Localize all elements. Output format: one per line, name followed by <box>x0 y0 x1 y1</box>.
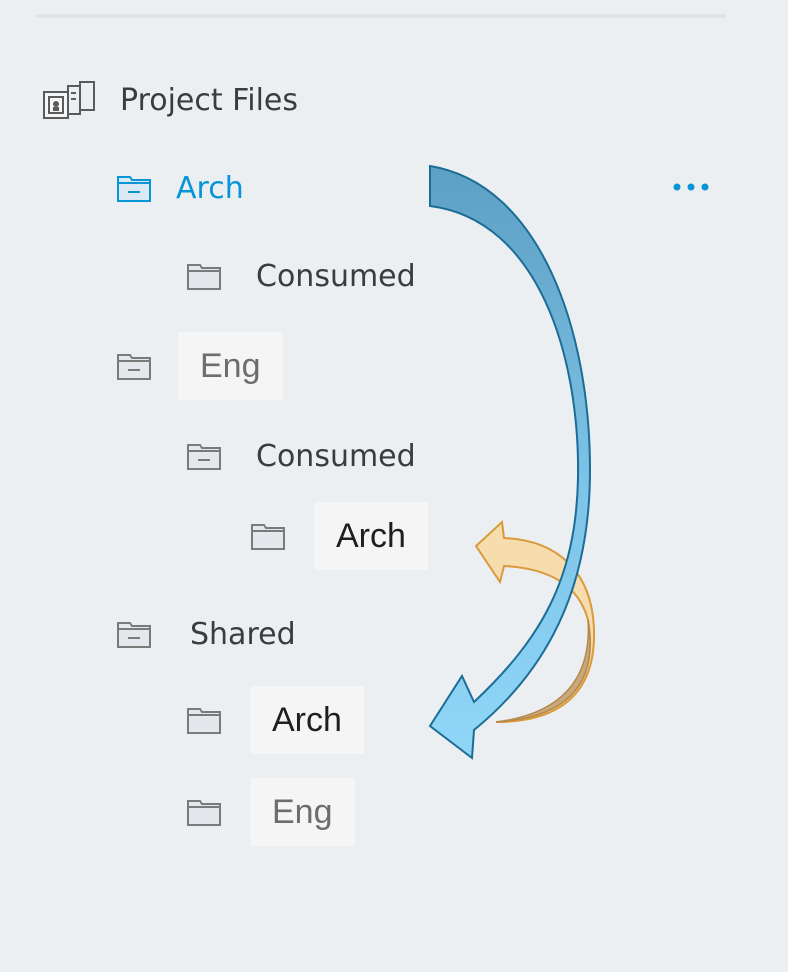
tree-item-shared[interactable]: Shared <box>116 604 296 664</box>
folder-icon <box>187 800 221 826</box>
project-files-icon <box>43 81 95 119</box>
orange-curved-arrow <box>474 519 596 723</box>
tree-item-label: Arch <box>314 502 428 570</box>
folder-icon <box>187 708 221 734</box>
tree-item-eng[interactable]: Eng <box>116 332 283 400</box>
tree-item-label: Eng <box>178 332 283 400</box>
tree-item-eng-consumed-arch[interactable]: Arch <box>250 502 428 570</box>
folder-open-icon <box>187 444 221 470</box>
tree-item-label: Eng <box>250 778 355 846</box>
more-options-button[interactable] <box>668 172 714 202</box>
more-horizontal-icon <box>673 183 709 191</box>
tree-item-shared-eng[interactable]: Eng <box>186 778 355 846</box>
top-divider <box>36 14 726 18</box>
folder-icon <box>251 524 285 550</box>
folder-open-icon <box>117 176 151 202</box>
annotation-arrows <box>428 164 596 760</box>
blue-curved-arrow <box>428 164 592 760</box>
tree-item-shared-arch[interactable]: Arch <box>186 686 364 754</box>
tree-item-label: Shared <box>190 616 296 652</box>
folder-icon <box>187 264 221 290</box>
folder-open-icon <box>117 354 151 380</box>
folder-open-icon <box>117 622 151 648</box>
tree-item-label: Arch <box>250 686 364 754</box>
tree-item-arch-consumed[interactable]: Consumed <box>186 246 416 306</box>
tree-item-label: Consumed <box>256 258 416 294</box>
tree-item-label: Arch <box>176 170 244 206</box>
tree-item-label: Project Files <box>120 82 299 118</box>
tree-item-label: Consumed <box>256 438 416 474</box>
tree-item-arch[interactable]: Arch <box>116 158 244 218</box>
tree-item-project-files[interactable]: Project Files <box>42 70 298 130</box>
tree-item-eng-consumed[interactable]: Consumed <box>186 426 416 486</box>
